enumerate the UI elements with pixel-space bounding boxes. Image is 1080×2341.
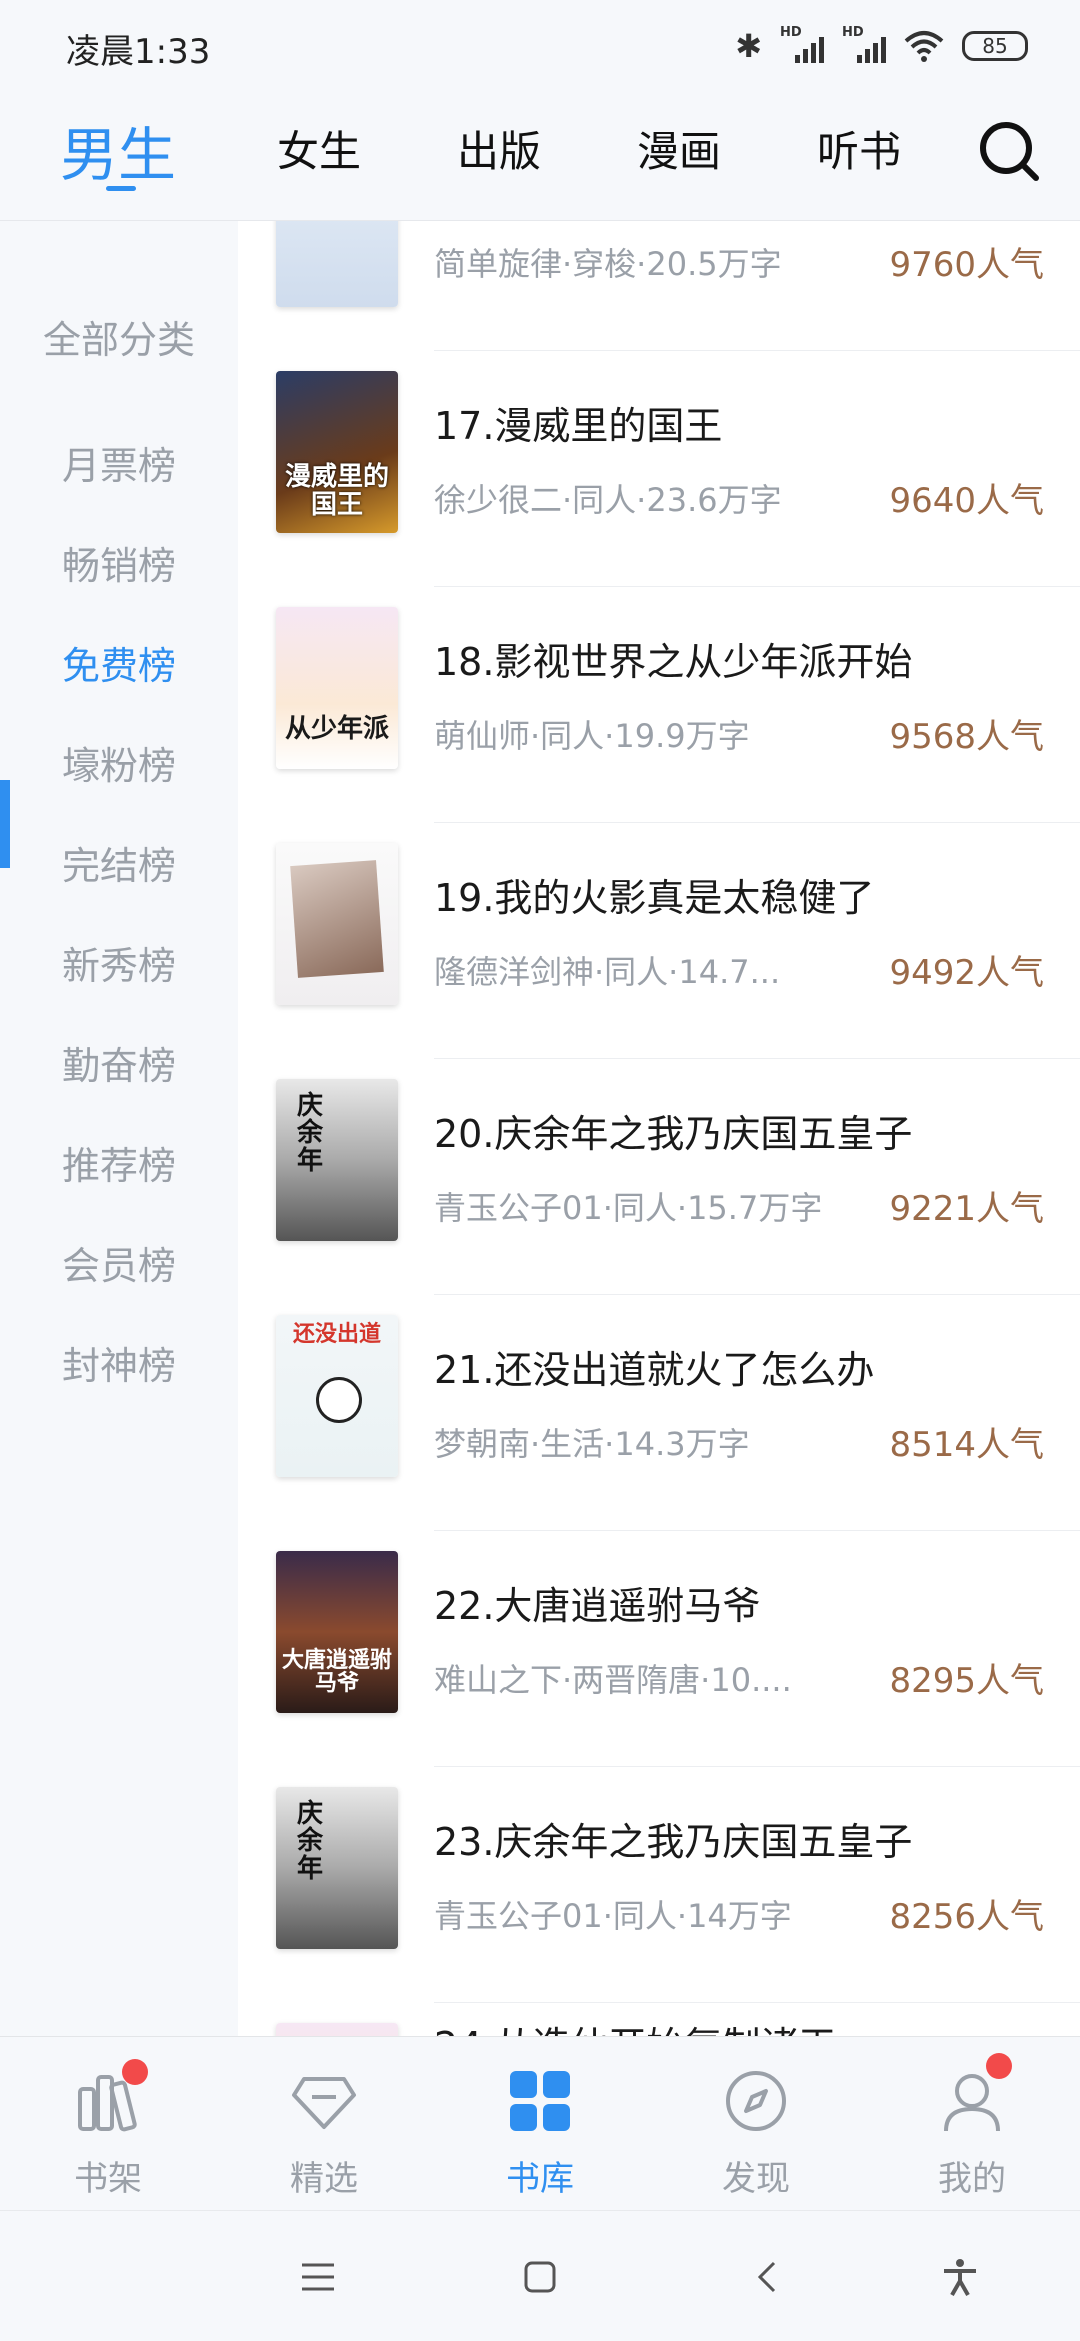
list-item[interactable]: 漫威里的国王 17.漫威里的国王 徐少很二·同人·23.6万字 9640人气 [238,351,1080,587]
status-bar: 凌晨1:33 ✱ HD HD 85 [0,0,1080,90]
book-meta: 隆德洋剑神·同人·14.7... [434,953,781,991]
book-meta: 梦朝南·生活·14.3万字 [434,1425,750,1463]
book-cover [276,221,398,307]
list-item[interactable]: 从少年派 18.影视世界之从少年派开始 萌仙师·同人·19.9万字 9568人气 [238,587,1080,823]
notification-badge [122,2059,148,2085]
book-title: 18.影视世界之从少年派开始 [434,640,913,684]
book-popularity: 8256人气 [889,1897,1044,1937]
signal-icon: HD [780,25,824,63]
book-title: 22.大唐逍遥驸马爷 [434,1584,761,1628]
category-tabs: 男生 女生 出版 漫画 听书 [0,90,1080,221]
back-icon[interactable] [748,2257,788,2297]
tab-comic[interactable]: 漫画 [637,118,721,179]
sidebar-item-recommended[interactable]: 推荐榜 [0,1135,238,1190]
tab-bookshelf[interactable]: 书架 [0,2037,216,2211]
bottom-tab-bar: 书架 精选 书库 发现 我的 [0,2036,1080,2211]
book-popularity: 8514人气 [889,1425,1044,1465]
book-title: 21.还没出道就火了怎么办 [434,1348,875,1392]
system-navigation-bar [0,2210,1080,2341]
list-item[interactable]: 还没出道 21.还没出道就火了怎么办 梦朝南·生活·14.3万字 8514人气 [238,1295,1080,1531]
menu-icon[interactable] [298,2257,338,2297]
tab-library[interactable]: 书库 [432,2037,648,2211]
book-title: 17.漫威里的国王 [434,404,723,448]
wifi-icon [904,31,944,62]
tab-publish[interactable]: 出版 [457,118,541,179]
list-item[interactable]: 19.我的火影真是太稳健了 隆德洋剑神·同人·14.7... 9492人气 [238,823,1080,1059]
cover-art [290,860,384,978]
book-cover [276,2023,398,2036]
sidebar-item-all-categories[interactable]: 全部分类 [0,309,238,364]
sidebar-item-free[interactable]: 免费榜 [0,635,238,690]
sidebar-item-completed[interactable]: 完结榜 [0,835,238,890]
tab-male[interactable]: 男生 [60,108,176,192]
tab-female[interactable]: 女生 [277,118,361,179]
battery-icon: 85 [962,31,1028,61]
accessibility-icon[interactable] [940,2257,980,2297]
book-meta: 徐少很二·同人·23.6万字 [434,481,782,519]
sidebar-item-member[interactable]: 会员榜 [0,1235,238,1290]
list-item[interactable]: 庆余年 23.庆余年之我乃庆国五皇子 青玉公子01·同人·14万字 8256人气 [238,1767,1080,2003]
book-meta: 简单旋律·穿梭·20.5万字 [434,245,782,283]
ranking-sidebar: 全部分类 月票榜 畅销榜 免费榜 壕粉榜 完结榜 新秀榜 勤奋榜 推荐榜 会员榜… [0,221,238,2036]
sidebar-item-top-fans[interactable]: 壕粉榜 [0,735,238,790]
search-icon[interactable] [976,118,1042,184]
grid-icon [510,2071,570,2131]
book-cover: 庆余年 [276,1079,398,1241]
book-cover: 大唐逍遥驸马爷 [276,1551,398,1713]
sidebar-item-bestseller[interactable]: 畅销榜 [0,535,238,590]
book-meta: 青玉公子01·同人·14万字 [434,1897,792,1935]
book-meta: 萌仙师·同人·19.9万字 [434,717,750,755]
book-cover: 还没出道 [276,1315,398,1477]
book-popularity: 9221人气 [889,1189,1044,1229]
book-meta: 难山之下·两晋隋唐·10.... [434,1661,792,1699]
book-popularity: 9492人气 [889,953,1044,993]
compass-icon [726,2071,786,2131]
sidebar-item-legend[interactable]: 封神榜 [0,1335,238,1390]
book-cover: 从少年派 [276,607,398,769]
list-item[interactable]: 大唐逍遥驸马爷 22.大唐逍遥驸马爷 难山之下·两晋隋唐·10.... 8295… [238,1531,1080,1767]
signal-icon-2: HD [842,25,886,63]
diamond-icon [292,2077,356,2129]
book-popularity: 9760人气 [889,245,1044,285]
notification-badge [986,2053,1012,2079]
book-popularity: 9640人气 [889,481,1044,521]
book-cover: 庆余年 [276,1787,398,1949]
status-time: 凌晨1:33 [66,32,211,72]
home-icon[interactable] [520,2257,560,2297]
book-list: 简单旋律·穿梭·20.5万字 9760人气 漫威里的国王 17.漫威里的国王 徐… [238,221,1080,2036]
bluetooth-icon: ✱ [735,27,762,65]
book-title: 24.从造仙开始复制诸天 [434,2015,836,2036]
tab-profile[interactable]: 我的 [864,2037,1080,2211]
book-popularity: 8295人气 [889,1661,1044,1701]
avatar-figure [316,1377,362,1423]
tab-discover[interactable]: 发现 [648,2037,864,2211]
list-item[interactable]: 24.从造仙开始复制诸天 [238,2003,1080,2036]
book-meta: 青玉公子01·同人·15.7万字 [434,1189,823,1227]
active-tab-underline [106,186,136,191]
sidebar-item-monthly-ticket[interactable]: 月票榜 [0,435,238,490]
book-popularity: 9568人气 [889,717,1044,757]
book-cover: 漫威里的国王 [276,371,398,533]
sidebar-item-diligent[interactable]: 勤奋榜 [0,1035,238,1090]
sidebar-item-newcomer[interactable]: 新秀榜 [0,935,238,990]
book-cover [276,843,398,1005]
book-title: 19.我的火影真是太稳健了 [434,876,875,920]
list-item[interactable]: 简单旋律·穿梭·20.5万字 9760人气 [238,221,1080,351]
tab-featured[interactable]: 精选 [216,2037,432,2211]
book-title: 20.庆余年之我乃庆国五皇子 [434,1112,913,1156]
tab-audiobook[interactable]: 听书 [817,118,901,179]
book-title: 23.庆余年之我乃庆国五皇子 [434,1820,913,1864]
list-item[interactable]: 庆余年 20.庆余年之我乃庆国五皇子 青玉公子01·同人·15.7万字 9221… [238,1059,1080,1295]
status-icons: ✱ HD HD 85 [735,25,1028,66]
